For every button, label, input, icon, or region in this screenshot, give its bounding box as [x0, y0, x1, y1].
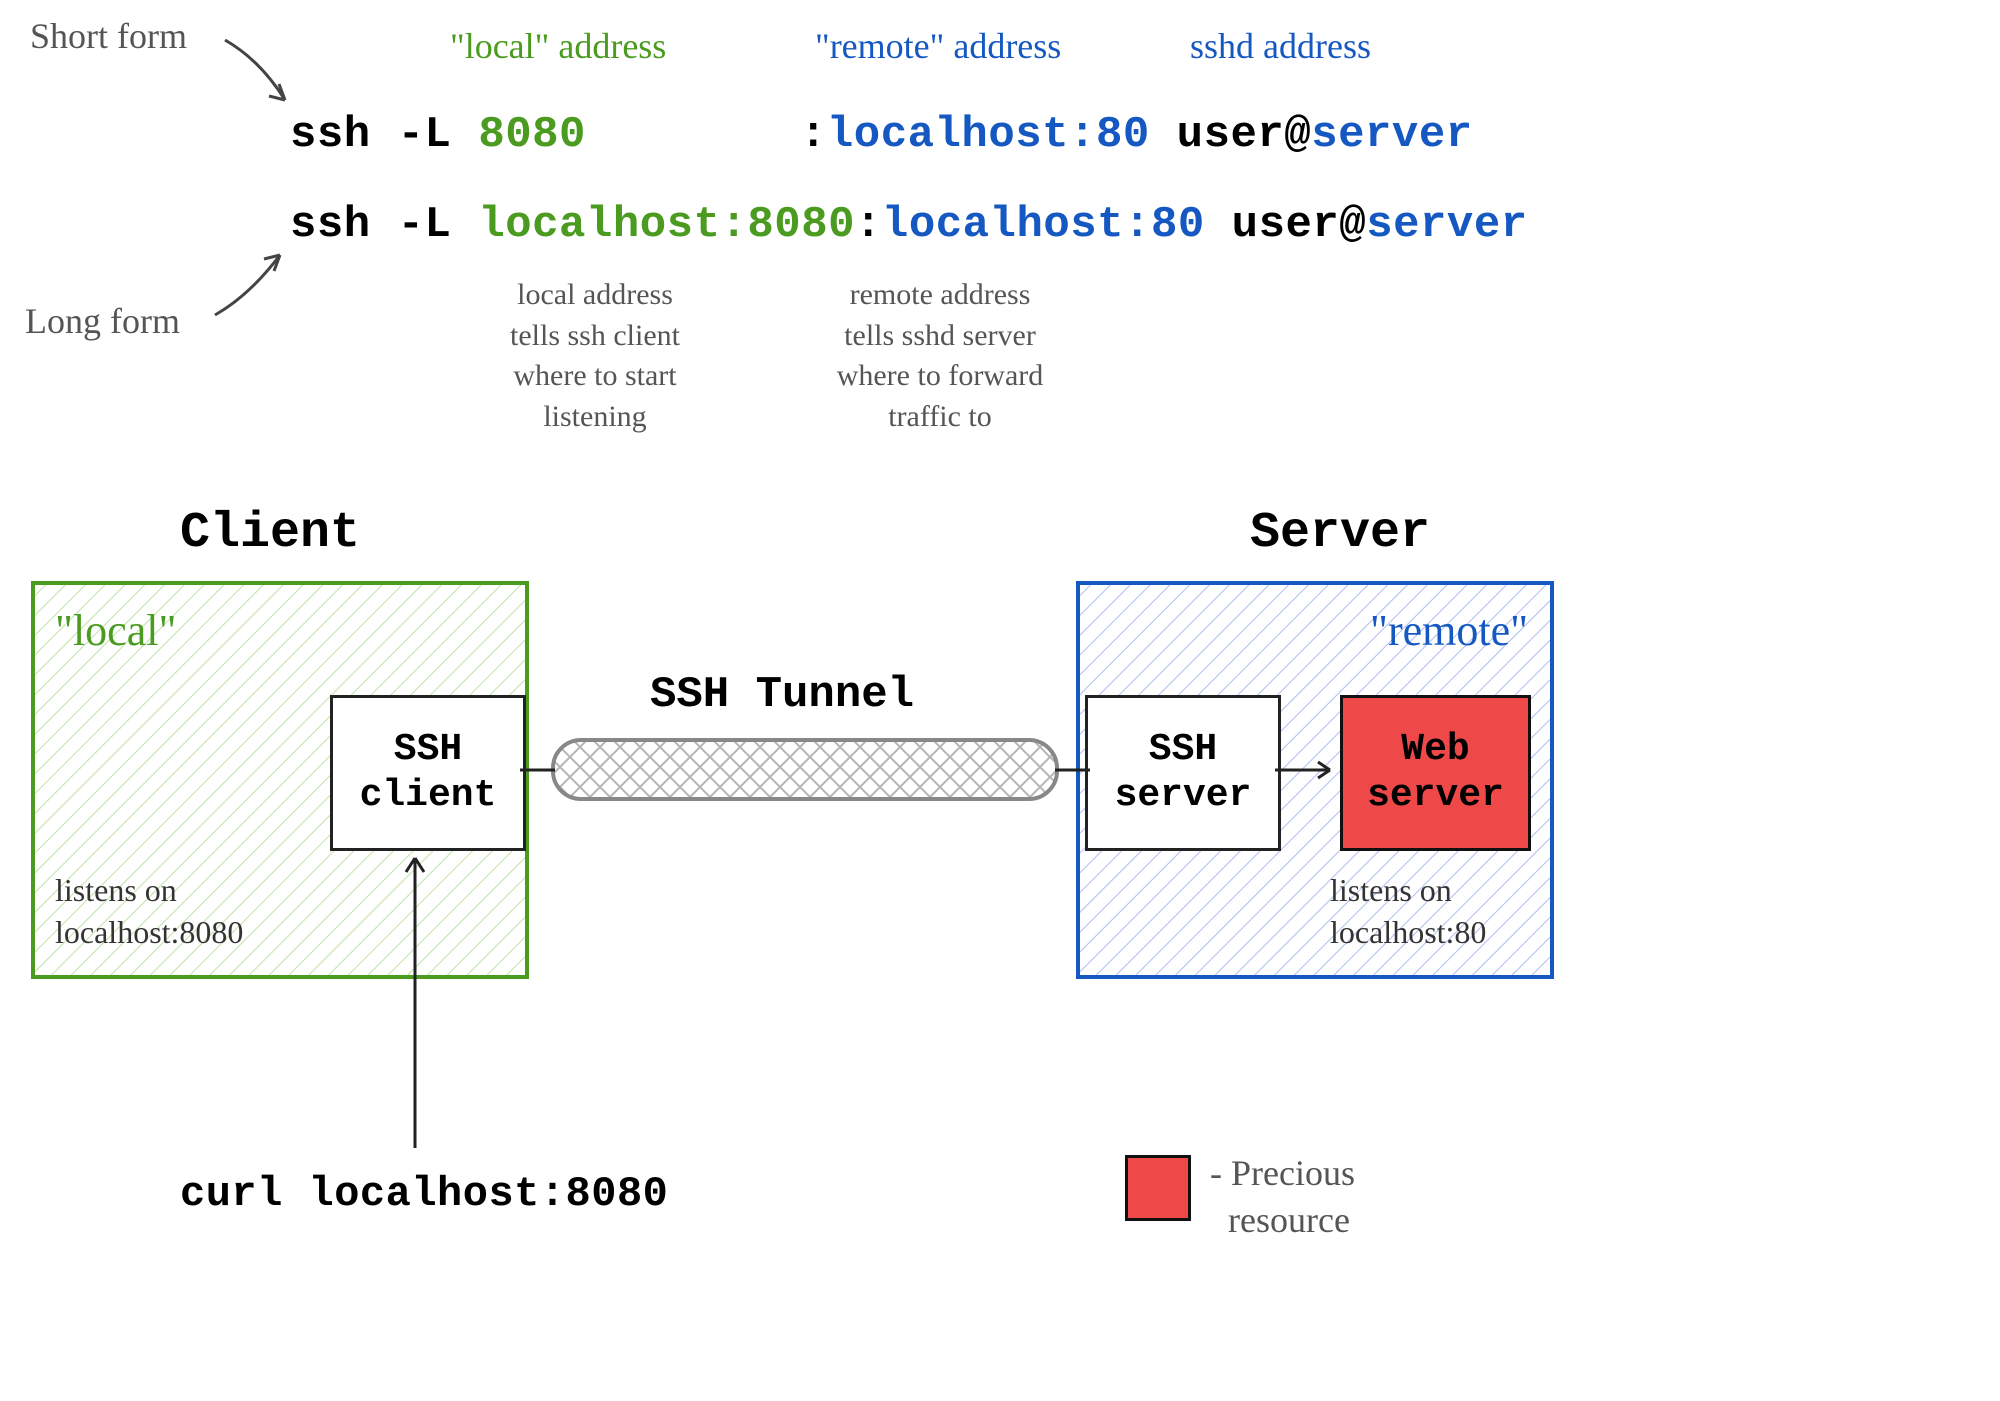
tunnel-label: SSH Tunnel	[650, 670, 914, 720]
cmd-long: ssh -L localhost:8080:localhost:80 user@…	[290, 200, 1528, 250]
cmd-colon2: :	[855, 200, 882, 250]
cmd-server1: server	[1311, 110, 1472, 160]
local-address-header: "local" address	[450, 25, 666, 67]
cmd-short-local: 8080	[478, 110, 586, 160]
arrow-short-icon	[220, 30, 305, 115]
local-addr-explanation: local address tells ssh client where to …	[450, 275, 740, 437]
arrow-curl-icon	[400, 848, 430, 1148]
local-label: "local"	[55, 605, 176, 656]
remote-address-header: "remote" address	[815, 25, 1061, 67]
curl-command: curl localhost:8080	[180, 1170, 668, 1218]
cmd-colon1: :	[800, 110, 827, 160]
server-title: Server	[1250, 505, 1430, 562]
cmd-prefix: ssh -L	[290, 110, 478, 160]
client-title: Client	[180, 505, 360, 562]
arrow-to-web-icon	[1275, 755, 1345, 785]
client-listens: listens on localhost:8080	[55, 870, 243, 953]
cmd-remote1: localhost:80	[827, 110, 1150, 160]
cmd-userat1: user@	[1150, 110, 1311, 160]
remote-label: "remote"	[1370, 605, 1528, 656]
ssh-tunnel	[550, 737, 1060, 802]
cmd-prefix2: ssh -L	[290, 200, 478, 250]
legend-swatch	[1125, 1155, 1191, 1221]
cmd-remote2: localhost:80	[882, 200, 1205, 250]
long-form-label: Long form	[25, 300, 180, 342]
arrow-long-icon	[210, 245, 300, 325]
cmd-server2: server	[1366, 200, 1527, 250]
ssh-client-node: SSH client	[330, 695, 526, 851]
cmd-userat2: user@	[1205, 200, 1366, 250]
short-form-label: Short form	[30, 15, 187, 57]
cmd-short: ssh -L 8080	[290, 110, 586, 160]
ssh-server-node: SSH server	[1085, 695, 1281, 851]
connector-left-icon	[520, 765, 555, 775]
sshd-address-header: sshd address	[1190, 25, 1371, 67]
remote-addr-explanation: remote address tells sshd server where t…	[790, 275, 1090, 437]
web-server-node: Web server	[1340, 695, 1531, 851]
cmd-short-tail: :localhost:80 user@server	[800, 110, 1473, 160]
server-listens: listens on localhost:80	[1330, 870, 1486, 953]
connector-right-icon	[1055, 765, 1090, 775]
legend-text: - Precious resource	[1210, 1150, 1355, 1244]
cmd-long-local: localhost:8080	[478, 200, 855, 250]
